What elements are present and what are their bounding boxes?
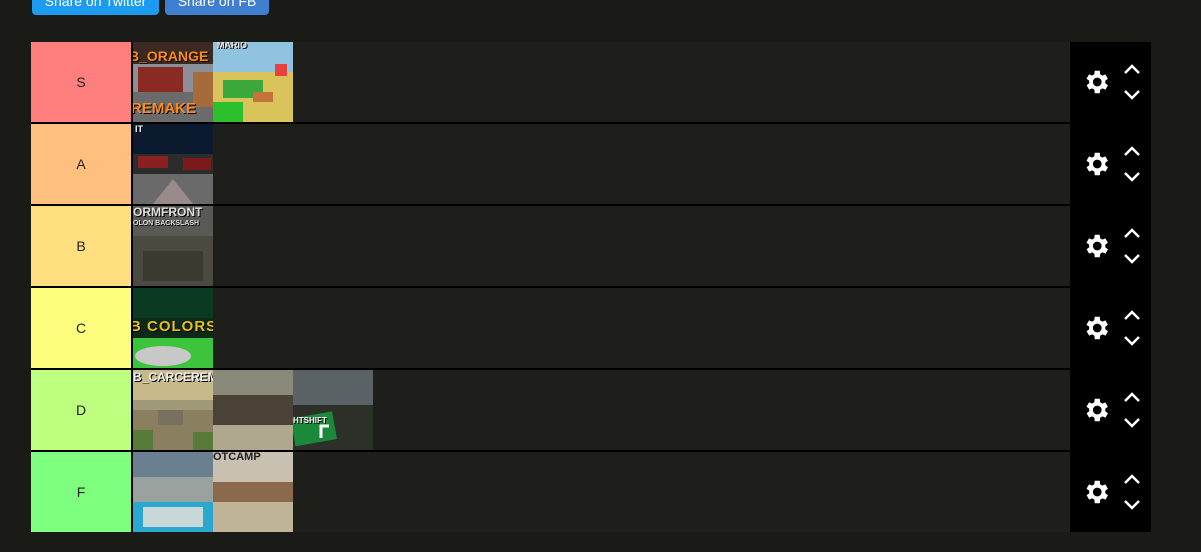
tier-label[interactable]: F — [31, 452, 132, 532]
gear-icon[interactable] — [1081, 313, 1111, 343]
move-arrows — [1123, 391, 1141, 429]
gear-icon[interactable] — [1081, 67, 1111, 97]
tier-controls — [1070, 206, 1151, 286]
gear-icon[interactable] — [1081, 231, 1111, 261]
chevron-down-icon[interactable] — [1123, 89, 1141, 101]
tier-controls — [1070, 288, 1151, 368]
tier-label[interactable]: S — [31, 42, 132, 122]
chevron-down-icon[interactable] — [1123, 253, 1141, 265]
gear-icon[interactable] — [1081, 149, 1111, 179]
tier-controls — [1070, 370, 1151, 450]
tier-items[interactable]: IT — [132, 124, 1070, 204]
item-caption: OTCAMP — [213, 452, 261, 463]
chevron-up-icon[interactable] — [1123, 309, 1141, 321]
share-twitter-button[interactable]: Share on Twitter — [32, 0, 159, 15]
tier-items[interactable]: B COLORS — [132, 288, 1070, 368]
share-other-button[interactable]: Share on FB — [165, 0, 269, 15]
chevron-down-icon[interactable] — [1123, 335, 1141, 347]
item-caption: B_CARCEREM — [133, 370, 213, 384]
move-arrows — [1123, 63, 1141, 101]
tier-item-image[interactable]: B COLORS — [133, 288, 213, 368]
tier-label[interactable]: B — [31, 206, 132, 286]
chevron-down-icon[interactable] — [1123, 499, 1141, 511]
tier-item-image[interactable]: IT — [133, 124, 213, 204]
chevron-down-icon[interactable] — [1123, 417, 1141, 429]
chevron-up-icon[interactable] — [1123, 391, 1141, 403]
gear-icon[interactable] — [1081, 395, 1111, 425]
tier-items[interactable]: ORMFRONT OLON BACKSLASH — [132, 206, 1070, 286]
tier-items[interactable]: B_ORANGE REMAKE MARIO — [132, 42, 1070, 122]
tier-row-b: B ORMFRONT OLON BACKSLASH — [31, 206, 1151, 288]
chevron-down-icon[interactable] — [1123, 171, 1141, 183]
item-caption: MARIO — [217, 42, 247, 50]
tier-items[interactable]: B_CARCEREM HTSHIFT — [132, 370, 1070, 450]
tier-label[interactable]: D — [31, 370, 132, 450]
tier-item-image[interactable]: MARIO — [213, 42, 293, 122]
move-arrows — [1123, 473, 1141, 511]
share-bar: Share on Twitter Share on FB — [32, 0, 269, 15]
tier-item-image[interactable]: OTCAMP — [213, 452, 293, 532]
tier-label[interactable]: C — [31, 288, 132, 368]
item-caption: B COLORS — [133, 318, 213, 335]
chevron-up-icon[interactable] — [1123, 227, 1141, 239]
tier-row-a: A IT — [31, 124, 1151, 206]
chevron-up-icon[interactable] — [1123, 473, 1141, 485]
tier-row-d: D B_CARCEREM HTSHIFT — [31, 370, 1151, 452]
tier-item-image[interactable]: ORMFRONT OLON BACKSLASH — [133, 206, 213, 286]
tier-items[interactable]: OTCAMP — [132, 452, 1070, 532]
chevron-up-icon[interactable] — [1123, 63, 1141, 75]
gear-icon[interactable] — [1081, 477, 1111, 507]
tier-item-image[interactable]: B_CARCEREM — [133, 370, 213, 450]
tier-row-c: C B COLORS — [31, 288, 1151, 370]
item-caption: IT — [135, 124, 143, 134]
item-caption: HTSHIFT — [293, 416, 327, 425]
tier-list: S B_ORANGE REMAKE MARIO A IT B ORMFRONT … — [31, 42, 1151, 532]
move-arrows — [1123, 309, 1141, 347]
tier-controls — [1070, 452, 1151, 532]
tier-item-image[interactable]: B_ORANGE REMAKE — [133, 42, 213, 122]
tier-item-image[interactable]: HTSHIFT — [293, 370, 373, 450]
tier-controls — [1070, 42, 1151, 122]
tier-controls — [1070, 124, 1151, 204]
item-caption: ORMFRONT — [133, 206, 203, 219]
tier-row-s: S B_ORANGE REMAKE MARIO — [31, 42, 1151, 124]
chevron-up-icon[interactable] — [1123, 145, 1141, 157]
item-caption: B_ORANGE — [133, 48, 209, 64]
tier-item-image[interactable] — [213, 370, 293, 450]
item-caption: REMAKE — [133, 100, 197, 117]
move-arrows — [1123, 145, 1141, 183]
item-caption: OLON BACKSLASH — [133, 220, 200, 227]
tier-label[interactable]: A — [31, 124, 132, 204]
move-arrows — [1123, 227, 1141, 265]
tier-row-f: F OTCAMP — [31, 452, 1151, 532]
tier-item-image[interactable] — [133, 452, 213, 532]
